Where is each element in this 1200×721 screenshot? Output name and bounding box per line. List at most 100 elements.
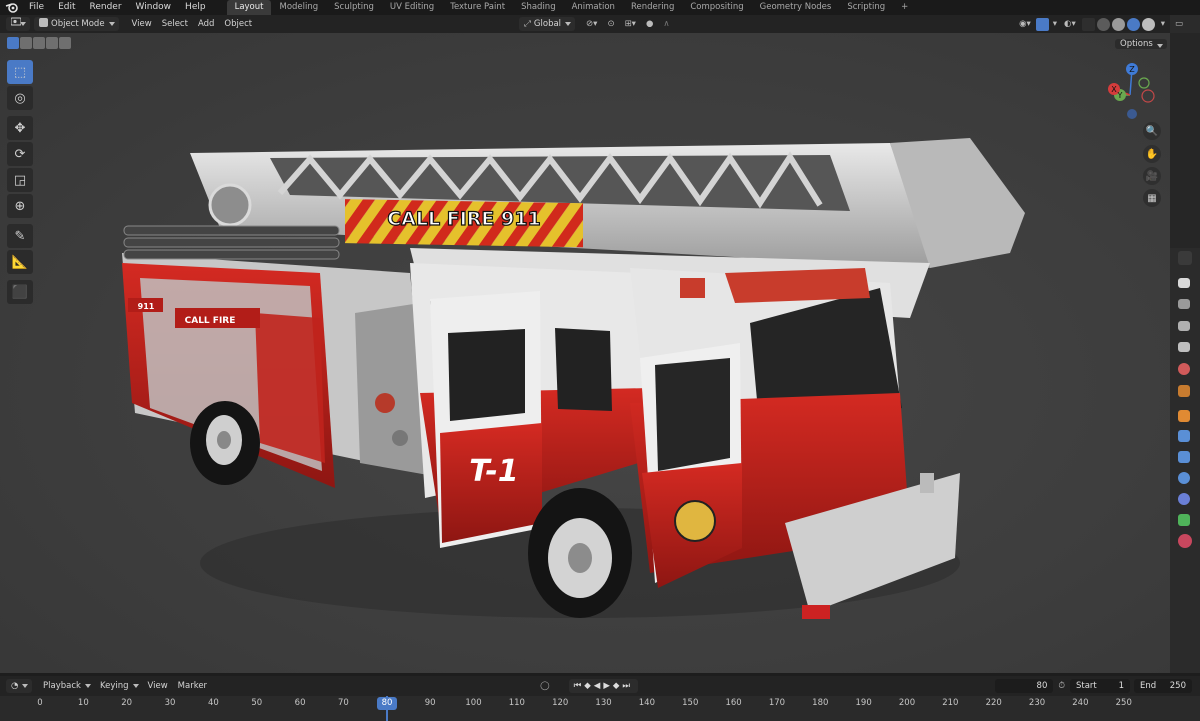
render-properties-icon[interactable] [1178, 299, 1190, 309]
start-label: Start [1076, 681, 1097, 691]
zoom-icon[interactable]: 🔍 [1143, 122, 1161, 140]
start-frame-field[interactable]: Start 1 [1070, 679, 1130, 693]
blender-logo-icon[interactable] [0, 0, 22, 15]
tab-modeling[interactable]: Modeling [271, 0, 326, 15]
timeline-editor-type-dropdown[interactable]: ◔ [6, 679, 32, 693]
snap-icon[interactable]: ⊙ [602, 17, 619, 31]
rendered-shading-icon[interactable] [1141, 17, 1155, 31]
end-frame-field[interactable]: End 250 [1134, 679, 1192, 693]
object-data-properties-icon[interactable] [1178, 514, 1190, 526]
timeline-tick-label: 190 [855, 698, 872, 708]
timeline-tick-label: 0 [37, 698, 43, 708]
tab-compositing[interactable]: Compositing [682, 0, 751, 15]
wireframe-shading-icon[interactable] [1096, 17, 1110, 31]
playhead[interactable]: 80 [377, 697, 397, 710]
next-keyframe-icon[interactable]: ◆ [613, 681, 623, 691]
menu-window[interactable]: Window [129, 0, 179, 15]
auto-keying-icon[interactable]: ◯ [535, 679, 555, 693]
tab-texture-paint[interactable]: Texture Paint [442, 0, 513, 15]
add-cube-tool[interactable]: ⬛ [7, 280, 33, 304]
fire-truck-model[interactable]: CALL FIRE 911 CALL FIRE 911 T-1 [110, 103, 1030, 648]
modifier-properties-icon[interactable] [1178, 430, 1190, 442]
tab-sculpting[interactable]: Sculpting [326, 0, 382, 15]
transform-icon: ⊕ [14, 198, 26, 214]
select-subtract-icon[interactable] [33, 37, 45, 49]
properties-editor-icon[interactable]: ▭ [1170, 15, 1200, 33]
snap-increment-icon[interactable]: ⊞▾ [620, 17, 641, 31]
view-layer-properties-icon[interactable] [1178, 342, 1190, 352]
solid-shading-icon[interactable] [1111, 17, 1125, 31]
timeline-view-menu[interactable]: View [143, 679, 173, 693]
transform-orientation-dropdown[interactable]: ⤢ Global [519, 17, 576, 31]
tab-layout[interactable]: Layout [226, 0, 272, 15]
menu-add[interactable]: Add [193, 17, 219, 31]
pan-hand-icon[interactable]: ✋ [1143, 145, 1161, 163]
overlay-icon[interactable]: ◐▾ [1059, 17, 1081, 31]
mode-dropdown[interactable]: Object Mode [34, 17, 119, 31]
move-tool[interactable]: ✥ [7, 116, 33, 140]
material-preview-icon[interactable] [1126, 17, 1140, 31]
annotate-tool[interactable]: ✎ [7, 224, 33, 248]
jump-end-icon[interactable]: ⏭ [622, 681, 633, 691]
camera-view-icon[interactable]: 🎥 [1143, 167, 1161, 185]
editor-type-dropdown[interactable] [6, 17, 30, 31]
play-reverse-icon[interactable]: ◀ [594, 681, 604, 691]
scene-properties-icon[interactable] [1178, 363, 1190, 375]
perspective-toggle-icon[interactable]: ▦ [1143, 189, 1161, 207]
play-icon[interactable]: ▶ [603, 681, 613, 691]
menu-edit[interactable]: Edit [51, 0, 82, 15]
physics-properties-icon[interactable] [1178, 472, 1190, 484]
rotate-tool[interactable]: ⟳ [7, 142, 33, 166]
options-dropdown[interactable]: Options [1115, 39, 1167, 49]
menu-file[interactable]: File [22, 0, 51, 15]
constraints-properties-icon[interactable] [1178, 493, 1190, 505]
tab-rendering[interactable]: Rendering [623, 0, 682, 15]
menu-select[interactable]: Select [157, 17, 193, 31]
tab-animation[interactable]: Animation [564, 0, 623, 15]
pivot-point-icon[interactable]: ⊘▾ [581, 17, 602, 31]
xray-icon[interactable] [1081, 17, 1095, 31]
cursor-icon: ◎ [14, 90, 26, 106]
prev-keyframe-icon[interactable]: ◆ [584, 681, 594, 691]
output-properties-icon[interactable] [1178, 321, 1190, 331]
menu-object[interactable]: Object [219, 17, 257, 31]
shading-dropdown-icon[interactable]: ▾ [1156, 17, 1170, 31]
menu-view[interactable]: View [127, 17, 157, 31]
menu-render[interactable]: Render [83, 0, 129, 15]
playback-menu[interactable]: Playback [38, 679, 95, 693]
3d-viewport[interactable]: Options ⬚ ◎ ✥ ⟳ ◲ ⊕ ✎ 📐 ⬛ Z Y X 🔍 ✋ 🎥 ▦ [0, 33, 1170, 673]
cursor-tool[interactable]: ◎ [7, 86, 33, 110]
proportional-editing-icon[interactable]: ● [641, 17, 658, 31]
menu-help[interactable]: Help [178, 0, 213, 15]
tab-shading[interactable]: Shading [513, 0, 564, 15]
falloff-icon[interactable]: ∧ [658, 17, 674, 31]
tab-scripting[interactable]: Scripting [839, 0, 893, 15]
tab-uv-editing[interactable]: UV Editing [382, 0, 442, 15]
scale-tool[interactable]: ◲ [7, 168, 33, 192]
tab-geometry-nodes[interactable]: Geometry Nodes [752, 0, 840, 15]
object-properties-icon[interactable] [1178, 410, 1190, 422]
select-intersect-icon[interactable] [59, 37, 71, 49]
select-invert-icon[interactable] [46, 37, 58, 49]
current-frame-field[interactable]: 80 [995, 679, 1054, 693]
stopwatch-icon[interactable]: ⏱ [1053, 679, 1070, 693]
jump-start-icon[interactable]: ⏮ [574, 681, 585, 691]
gizmo-dropdown-icon[interactable]: ▾ [1051, 17, 1059, 31]
add-workspace-button[interactable]: + [893, 0, 916, 15]
properties-editor-type-icon[interactable] [1178, 251, 1192, 265]
timeline-ruler[interactable]: 0 10 20 30 40 50 60 70 90 100 110 120 130 140 150 160 17… [0, 696, 1200, 721]
particles-properties-icon[interactable] [1178, 451, 1190, 463]
measure-tool[interactable]: 📐 [7, 250, 33, 274]
world-properties-icon[interactable] [1178, 385, 1190, 397]
select-new-icon[interactable] [7, 37, 19, 49]
marker-menu[interactable]: Marker [173, 679, 212, 693]
keying-menu[interactable]: Keying [95, 679, 143, 693]
visibility-icon[interactable]: ◉▾ [1014, 17, 1036, 31]
select-extend-icon[interactable] [20, 37, 32, 49]
tool-properties-icon[interactable] [1178, 278, 1190, 288]
gizmo-toggle-icon[interactable] [1035, 17, 1049, 31]
navigation-gizmo[interactable]: Z Y X [1100, 61, 1164, 125]
transform-tool[interactable]: ⊕ [7, 194, 33, 218]
select-box-tool[interactable]: ⬚ [7, 60, 33, 84]
material-properties-icon[interactable] [1178, 534, 1192, 548]
